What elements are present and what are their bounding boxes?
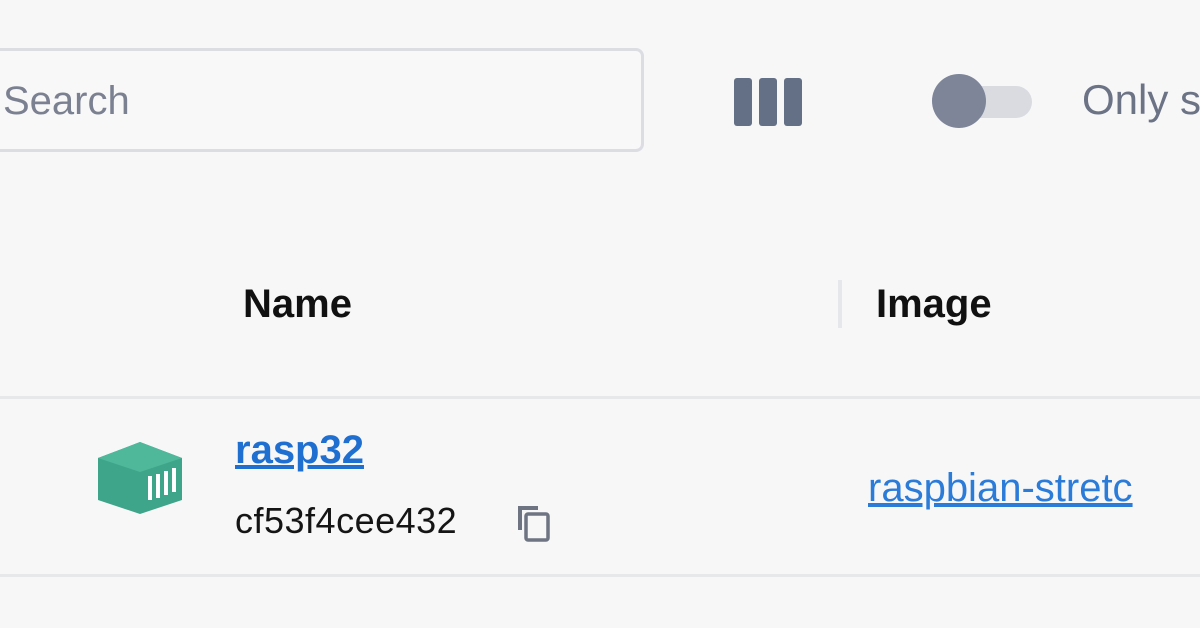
toggle-label: Only s <box>1082 76 1200 123</box>
copy-icon[interactable] <box>514 500 552 542</box>
container-icon-graphic <box>98 442 182 514</box>
columns-icon-graphic <box>734 78 802 126</box>
copy-icon-graphic <box>518 506 550 542</box>
row-divider-bottom <box>0 574 1200 577</box>
image-link[interactable]: raspbian-stretc <box>868 466 1133 511</box>
search-box[interactable] <box>0 48 644 152</box>
column-header-name[interactable]: Name <box>243 282 352 327</box>
row-divider-top <box>0 396 1200 399</box>
container-icon <box>96 440 184 516</box>
column-divider[interactable] <box>838 280 842 328</box>
column-header-image[interactable]: Image <box>876 282 992 327</box>
search-input[interactable] <box>1 51 605 151</box>
containers-page: Only s Name Image rasp32 cf53f4cee432 ra… <box>0 0 1200 628</box>
container-id: cf53f4cee432 <box>235 500 458 541</box>
only-toggle[interactable] <box>932 72 1034 130</box>
columns-icon[interactable] <box>734 78 802 126</box>
toggle-knob <box>932 74 986 128</box>
container-name-link[interactable]: rasp32 <box>235 428 364 473</box>
